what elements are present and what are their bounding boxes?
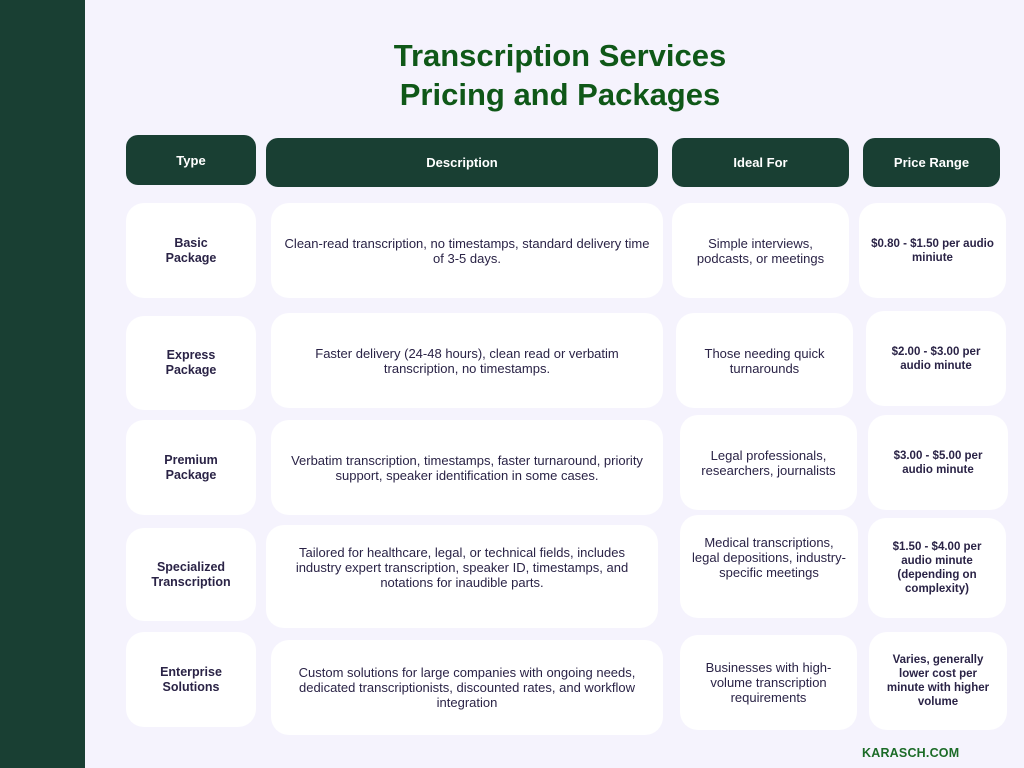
header-description: Description (266, 138, 658, 187)
row-3-description: Verbatim transcription, timestamps, fast… (271, 420, 663, 515)
row-3-type: Premium Package (126, 420, 256, 515)
row-3-ideal-for: Legal professionals, researchers, journa… (680, 415, 857, 510)
row-5-description: Custom solutions for large companies wit… (271, 640, 663, 735)
header-type: Type (126, 135, 256, 185)
header-price-range: Price Range (863, 138, 1000, 187)
row-4-description: Tailored for healthcare, legal, or techn… (266, 525, 658, 628)
row-4-price-range: $1.50 - $4.00 per audio minute (dependin… (868, 518, 1006, 618)
row-1-type: Basic Package (126, 203, 256, 298)
row-4-type: Specialized Transcription (126, 528, 256, 621)
title-line-2: Pricing and Packages (399, 77, 721, 112)
row-2-description: Faster delivery (24-48 hours), clean rea… (271, 313, 663, 408)
row-5-type: Enterprise Solutions (126, 632, 256, 727)
row-1-price-range: $0.80 - $1.50 per audio miniute (859, 203, 1006, 298)
row-5-price-range: Varies, generally lower cost per minute … (869, 632, 1007, 730)
row-1-description: Clean-read transcription, no timestamps,… (271, 203, 663, 298)
row-2-price-range: $2.00 - $3.00 per audio minute (866, 311, 1006, 406)
row-3-price-range: $3.00 - $5.00 per audio minute (868, 415, 1008, 510)
row-2-type: Express Package (126, 316, 256, 410)
title-line-1: Transcription Services (393, 38, 727, 73)
row-5-ideal-for: Businesses with high-volume transcriptio… (680, 635, 857, 730)
footer-brand: KARASCH.COM (862, 746, 960, 760)
header-ideal-for: Ideal For (672, 138, 849, 187)
sidebar-accent (0, 0, 85, 768)
page-title: Transcription Services Pricing and Packa… (300, 36, 820, 114)
row-1-ideal-for: Simple interviews, podcasts, or meetings (672, 203, 849, 298)
row-4-ideal-for: Medical transcriptions, legal deposition… (680, 515, 858, 618)
row-2-ideal-for: Those needing quick turnarounds (676, 313, 853, 408)
